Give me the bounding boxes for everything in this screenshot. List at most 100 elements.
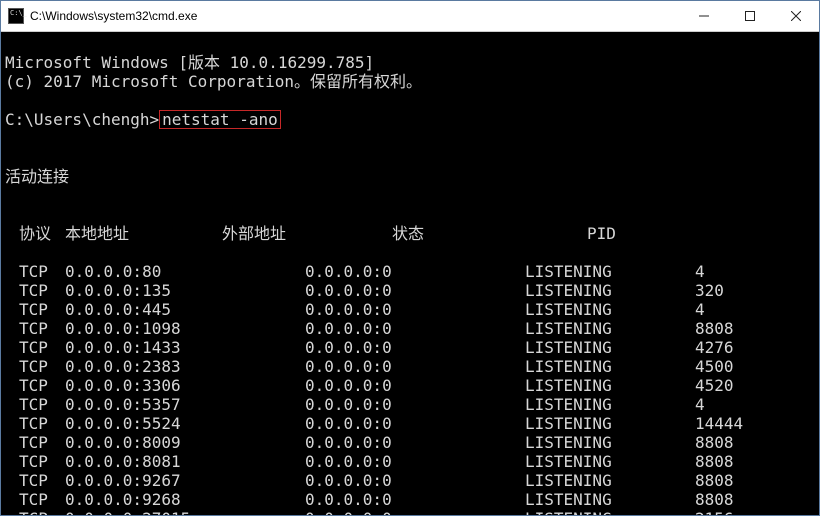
cell-proto: TCP — [5, 490, 65, 509]
cell-foreign: 0.0.0.0:0 — [305, 490, 525, 509]
table-row: TCP0.0.0.0:135 0.0.0.0:0 LISTENING 320 — [5, 281, 815, 300]
cell-state: LISTENING — [525, 452, 695, 471]
cell-proto: TCP — [5, 281, 65, 300]
cell-proto: TCP — [5, 376, 65, 395]
cell-pid: 8808 — [695, 452, 775, 471]
banner-line-1: Microsoft Windows [版本 10.0.16299.785] — [5, 53, 374, 72]
cell-local: 0.0.0.0:1433 — [65, 338, 305, 357]
cell-local: 0.0.0.0:3306 — [65, 376, 305, 395]
maximize-button[interactable] — [727, 1, 773, 31]
cell-foreign: 0.0.0.0:0 — [305, 395, 525, 414]
cell-state: LISTENING — [525, 509, 695, 515]
table-row: TCP0.0.0.0:1433 0.0.0.0:0 LISTENING 4276 — [5, 338, 815, 357]
cell-local: 0.0.0.0:1098 — [65, 319, 305, 338]
cell-local: 0.0.0.0:9268 — [65, 490, 305, 509]
cell-state: LISTENING — [525, 433, 695, 452]
cell-foreign: 0.0.0.0:0 — [305, 319, 525, 338]
cell-proto: TCP — [5, 395, 65, 414]
cell-proto: TCP — [5, 433, 65, 452]
cell-local: 0.0.0.0:5524 — [65, 414, 305, 433]
cell-pid: 8808 — [695, 433, 775, 452]
window-controls — [681, 1, 819, 31]
cell-state: LISTENING — [525, 357, 695, 376]
cell-pid: 8808 — [695, 490, 775, 509]
cell-proto: TCP — [5, 262, 65, 281]
terminal-output[interactable]: Microsoft Windows [版本 10.0.16299.785] (c… — [1, 32, 819, 515]
cell-state: LISTENING — [525, 490, 695, 509]
cell-proto: TCP — [5, 509, 65, 515]
cell-foreign: 0.0.0.0:0 — [305, 452, 525, 471]
cell-foreign: 0.0.0.0:0 — [305, 509, 525, 515]
table-header: 协议本地地址外部地址状态PID — [5, 224, 815, 243]
header-proto: 协议 — [5, 224, 65, 243]
prompt-path: C:\Users\chengh> — [5, 110, 159, 129]
cell-state: LISTENING — [525, 414, 695, 433]
cell-state: LISTENING — [525, 338, 695, 357]
table-row: TCP0.0.0.0:2383 0.0.0.0:0 LISTENING 4500 — [5, 357, 815, 376]
section-heading: 活动连接 — [5, 167, 815, 186]
cell-local: 0.0.0.0:80 — [65, 262, 305, 281]
cell-local: 0.0.0.0:27015 — [65, 509, 305, 515]
table-row: TCP0.0.0.0:80 0.0.0.0:0 LISTENING 4 — [5, 262, 815, 281]
window-titlebar[interactable]: C:\Windows\system32\cmd.exe — [1, 1, 819, 32]
window-title: C:\Windows\system32\cmd.exe — [30, 9, 681, 23]
cell-pid: 320 — [695, 281, 775, 300]
cell-proto: TCP — [5, 471, 65, 490]
cell-foreign: 0.0.0.0:0 — [305, 338, 525, 357]
cell-state: LISTENING — [525, 471, 695, 490]
cell-foreign: 0.0.0.0:0 — [305, 357, 525, 376]
cell-pid: 4 — [695, 262, 775, 281]
cell-state: LISTENING — [525, 281, 695, 300]
cell-pid: 4520 — [695, 376, 775, 395]
table-row: TCP0.0.0.0:3306 0.0.0.0:0 LISTENING 4520 — [5, 376, 815, 395]
cell-state: LISTENING — [525, 262, 695, 281]
table-row: TCP0.0.0.0:27015 0.0.0.0:0 LISTENING 215… — [5, 509, 815, 515]
cell-state: LISTENING — [525, 319, 695, 338]
cell-local: 0.0.0.0:445 — [65, 300, 305, 319]
cell-pid: 4276 — [695, 338, 775, 357]
cell-proto: TCP — [5, 414, 65, 433]
cell-foreign: 0.0.0.0:0 — [305, 262, 525, 281]
cell-foreign: 0.0.0.0:0 — [305, 281, 525, 300]
header-foreign: 外部地址 — [222, 224, 392, 243]
table-row: TCP0.0.0.0:445 0.0.0.0:0 LISTENING 4 — [5, 300, 815, 319]
cell-pid: 8808 — [695, 471, 775, 490]
table-row: TCP0.0.0.0:5524 0.0.0.0:0 LISTENING 1444… — [5, 414, 815, 433]
cmd-icon — [8, 8, 24, 24]
close-button[interactable] — [773, 1, 819, 31]
cell-proto: TCP — [5, 319, 65, 338]
cell-pid: 4 — [695, 395, 775, 414]
cell-foreign: 0.0.0.0:0 — [305, 471, 525, 490]
table-row: TCP0.0.0.0:1098 0.0.0.0:0 LISTENING 8808 — [5, 319, 815, 338]
table-row: TCP0.0.0.0:5357 0.0.0.0:0 LISTENING 4 — [5, 395, 815, 414]
header-local: 本地地址 — [65, 224, 222, 243]
table-row: TCP0.0.0.0:9267 0.0.0.0:0 LISTENING 8808 — [5, 471, 815, 490]
cell-pid: 8808 — [695, 319, 775, 338]
cell-local: 0.0.0.0:2383 — [65, 357, 305, 376]
prompt-line: C:\Users\chengh>netstat -ano — [5, 110, 815, 129]
cell-state: LISTENING — [525, 376, 695, 395]
cell-pid: 14444 — [695, 414, 775, 433]
cell-pid: 2156 — [695, 509, 775, 515]
minimize-button[interactable] — [681, 1, 727, 31]
command-text: netstat -ano — [159, 110, 281, 129]
cell-foreign: 0.0.0.0:0 — [305, 433, 525, 452]
cell-pid: 4500 — [695, 357, 775, 376]
cell-proto: TCP — [5, 300, 65, 319]
cell-local: 0.0.0.0:135 — [65, 281, 305, 300]
table-row: TCP0.0.0.0:9268 0.0.0.0:0 LISTENING 8808 — [5, 490, 815, 509]
cell-pid: 4 — [695, 300, 775, 319]
cell-foreign: 0.0.0.0:0 — [305, 376, 525, 395]
cell-local: 0.0.0.0:9267 — [65, 471, 305, 490]
cell-state: LISTENING — [525, 395, 695, 414]
cell-proto: TCP — [5, 452, 65, 471]
cell-proto: TCP — [5, 357, 65, 376]
cell-local: 0.0.0.0:8009 — [65, 433, 305, 452]
table-row: TCP0.0.0.0:8081 0.0.0.0:0 LISTENING 8808 — [5, 452, 815, 471]
cell-proto: TCP — [5, 338, 65, 357]
header-state: 状态 — [392, 224, 587, 243]
cell-foreign: 0.0.0.0:0 — [305, 300, 525, 319]
cell-local: 0.0.0.0:8081 — [65, 452, 305, 471]
cell-state: LISTENING — [525, 300, 695, 319]
table-row: TCP0.0.0.0:8009 0.0.0.0:0 LISTENING 8808 — [5, 433, 815, 452]
